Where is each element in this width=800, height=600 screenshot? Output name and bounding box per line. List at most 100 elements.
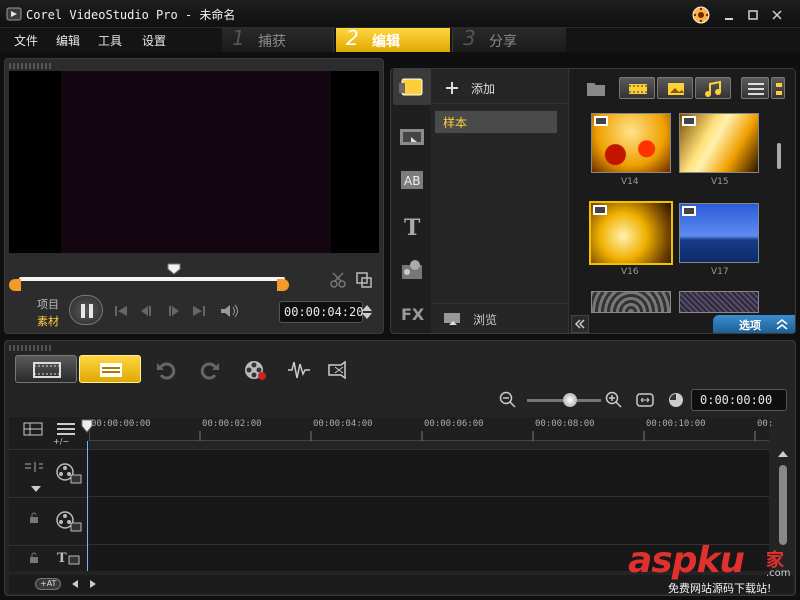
timeline-playhead[interactable] <box>81 419 93 433</box>
storyboard-view-button[interactable] <box>15 355 77 383</box>
auto-music-icon[interactable] <box>327 359 353 381</box>
project-duration-display: 0:00:00:00 <box>691 389 787 411</box>
step-label: 分享 <box>489 34 517 50</box>
library-scrollbar[interactable] <box>777 143 781 169</box>
project-duration-icon[interactable] <box>667 391 685 409</box>
media-thumbnail[interactable] <box>679 291 759 313</box>
track-manager-icon[interactable] <box>23 421 45 437</box>
maximize-button[interactable] <box>744 6 762 24</box>
zoom-fit-button[interactable]: +AT <box>35 578 61 590</box>
close-button[interactable] <box>768 6 786 24</box>
zoom-in-icon[interactable] <box>605 391 623 409</box>
enlarge-preview-icon[interactable] <box>355 271 373 289</box>
tab-capture[interactable]: 1 捕获 <box>222 26 334 52</box>
lock-icon[interactable] <box>29 552 39 564</box>
scroll-left-icon[interactable] <box>71 579 79 589</box>
trim-start-handle[interactable] <box>9 279 21 291</box>
timeline-scroll-up-icon[interactable] <box>777 449 789 459</box>
thumbnail-label: V16 <box>621 267 639 277</box>
chapter-menu-icon[interactable] <box>55 421 77 437</box>
menu-tools[interactable]: 工具 <box>98 32 122 49</box>
transition-icon[interactable]: AB <box>393 163 431 199</box>
go-to-start-icon[interactable] <box>113 303 129 319</box>
video-track[interactable] <box>89 449 769 497</box>
lock-icon[interactable] <box>29 512 39 524</box>
browse-button[interactable]: 浏览 <box>439 309 559 329</box>
sort-icon[interactable] <box>771 77 785 99</box>
sound-mixer-icon[interactable] <box>287 359 311 381</box>
fit-project-icon[interactable] <box>635 391 655 409</box>
ruler-tick-label: 00:00:00:00 <box>91 419 151 429</box>
play-button[interactable] <box>69 295 103 325</box>
menu-edit[interactable]: 编辑 <box>56 32 80 49</box>
undo-icon[interactable] <box>155 359 177 381</box>
menu-file[interactable]: 文件 <box>14 32 38 49</box>
go-to-end-icon[interactable] <box>191 303 207 319</box>
mode-clip-label[interactable]: 素材 <box>37 313 59 329</box>
open-folder-icon[interactable] <box>585 79 607 99</box>
list-view-icon[interactable] <box>741 77 769 99</box>
volume-icon[interactable] <box>219 303 239 319</box>
timecode-value: 00:00:04:20 <box>284 305 364 319</box>
filter-icon[interactable]: FX <box>393 295 431 331</box>
video-icon <box>682 116 696 126</box>
media-thumbnail-selected[interactable] <box>589 201 673 265</box>
media-thumbnail[interactable] <box>679 203 759 263</box>
graphic-icon[interactable] <box>393 253 431 289</box>
title-track-header[interactable]: T <box>9 545 89 571</box>
redo-icon[interactable] <box>199 359 221 381</box>
timeline-view-button[interactable] <box>79 355 141 383</box>
add-delete-track-label[interactable]: +/− <box>53 437 69 446</box>
ripple-editing-icon[interactable] <box>23 460 45 474</box>
trim-end-handle[interactable] <box>277 279 289 291</box>
options-button[interactable]: 选项 <box>713 315 795 333</box>
panel-grip[interactable] <box>9 345 53 351</box>
track-header-area: +/− T <box>9 417 89 571</box>
chevron-down-icon[interactable] <box>31 486 41 494</box>
split-clip-icon[interactable] <box>329 271 347 289</box>
step-label: 编辑 <box>372 34 400 50</box>
help-icon[interactable] <box>692 6 710 24</box>
zoom-slider-thumb[interactable] <box>563 393 577 407</box>
timeline-ruler[interactable]: 00:00:00:00 00:00:02:00 00:00:04:00 00:0… <box>89 417 773 441</box>
overlay-track[interactable] <box>89 497 769 545</box>
menu-settings[interactable]: 设置 <box>142 32 166 49</box>
thumbnail-label: V14 <box>621 177 639 187</box>
playhead-handle[interactable] <box>167 263 181 275</box>
show-audio-icon[interactable] <box>695 77 731 99</box>
media-thumbnail[interactable] <box>679 113 759 173</box>
timecode-stepper-icon[interactable] <box>361 303 373 321</box>
overlay-track-header[interactable] <box>9 497 89 545</box>
ruler-tick-label: 00: <box>757 419 774 429</box>
record-capture-icon[interactable] <box>243 359 267 381</box>
tab-share[interactable]: 3 分享 <box>452 26 566 52</box>
watermark-brand: aspku <box>628 540 745 581</box>
folder-label: 样本 <box>443 116 468 130</box>
media-thumbnail[interactable] <box>591 291 671 313</box>
plus-icon <box>446 82 458 94</box>
thumbnail-label: V15 <box>711 177 729 187</box>
tab-edit[interactable]: 2 编辑 <box>336 26 450 52</box>
media-thumbnail[interactable] <box>591 113 671 173</box>
video-icon <box>594 116 608 126</box>
show-photos-icon[interactable] <box>657 77 693 99</box>
folder-item-sample[interactable]: 样本 <box>435 111 557 133</box>
timeline-vertical-scrollbar[interactable] <box>779 465 787 545</box>
title-icon[interactable]: T <box>393 209 431 245</box>
previous-frame-icon[interactable] <box>139 303 155 319</box>
instant-project-icon[interactable] <box>393 119 431 155</box>
timecode-display[interactable]: 00:00:04:20 <box>279 301 363 323</box>
collapse-library-icon[interactable] <box>571 315 589 333</box>
scrubber-track[interactable] <box>19 277 285 281</box>
zoom-out-icon[interactable] <box>499 391 517 409</box>
minimize-button[interactable] <box>720 6 738 24</box>
next-frame-icon[interactable] <box>165 303 181 319</box>
svg-text:FX: FX <box>401 305 425 324</box>
media-category-icon[interactable] <box>393 69 431 105</box>
mode-project-label[interactable]: 项目 <box>37 296 59 312</box>
video-track-header[interactable] <box>9 449 89 497</box>
add-folder-button[interactable]: 添加 <box>439 77 559 99</box>
panel-grip[interactable] <box>9 63 53 69</box>
scroll-right-icon[interactable] <box>89 579 97 589</box>
show-videos-icon[interactable] <box>619 77 655 99</box>
